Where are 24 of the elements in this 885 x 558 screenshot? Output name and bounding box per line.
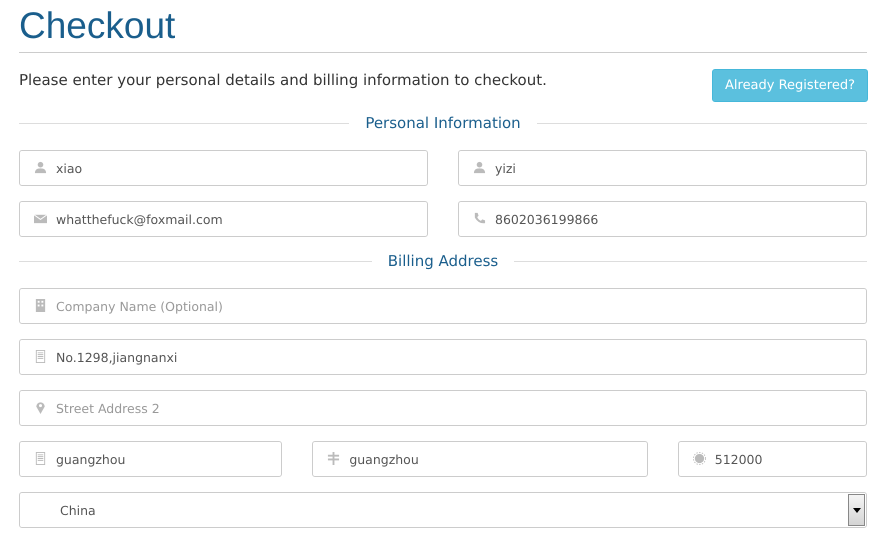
intro-text: Please enter your personal details and billing information to checkout.: [19, 70, 547, 88]
signpost-icon: [327, 452, 340, 465]
input-field[interactable]: Company Name (Optional): [19, 288, 867, 324]
page-title: Checkout: [19, 4, 176, 46]
input-field[interactable]: Street Address 2: [19, 390, 867, 426]
section-heading: Billing Address: [388, 252, 498, 270]
document-icon: [34, 350, 47, 363]
map-marker-icon: [34, 401, 47, 414]
user-icon: [473, 161, 486, 174]
input-field[interactable]: 512000: [678, 441, 867, 477]
section-heading: Personal Information: [365, 114, 521, 132]
input-field[interactable]: 8602036199866: [458, 201, 867, 237]
envelope-icon: [34, 212, 47, 225]
user-icon: [34, 161, 47, 174]
document-icon: [34, 452, 47, 465]
seal-icon: [692, 452, 706, 465]
input-field[interactable]: xiao: [19, 150, 428, 186]
country-select[interactable]: China: [19, 492, 867, 528]
input-field[interactable]: guangzhou: [312, 441, 648, 477]
input-field[interactable]: guangzhou: [19, 441, 282, 477]
input-field[interactable]: No.1298,jiangnanxi: [19, 339, 867, 375]
input-field[interactable]: whatthefuck@foxmail.com: [19, 201, 428, 237]
phone-icon: [473, 212, 486, 225]
input-field[interactable]: yizi: [458, 150, 867, 186]
